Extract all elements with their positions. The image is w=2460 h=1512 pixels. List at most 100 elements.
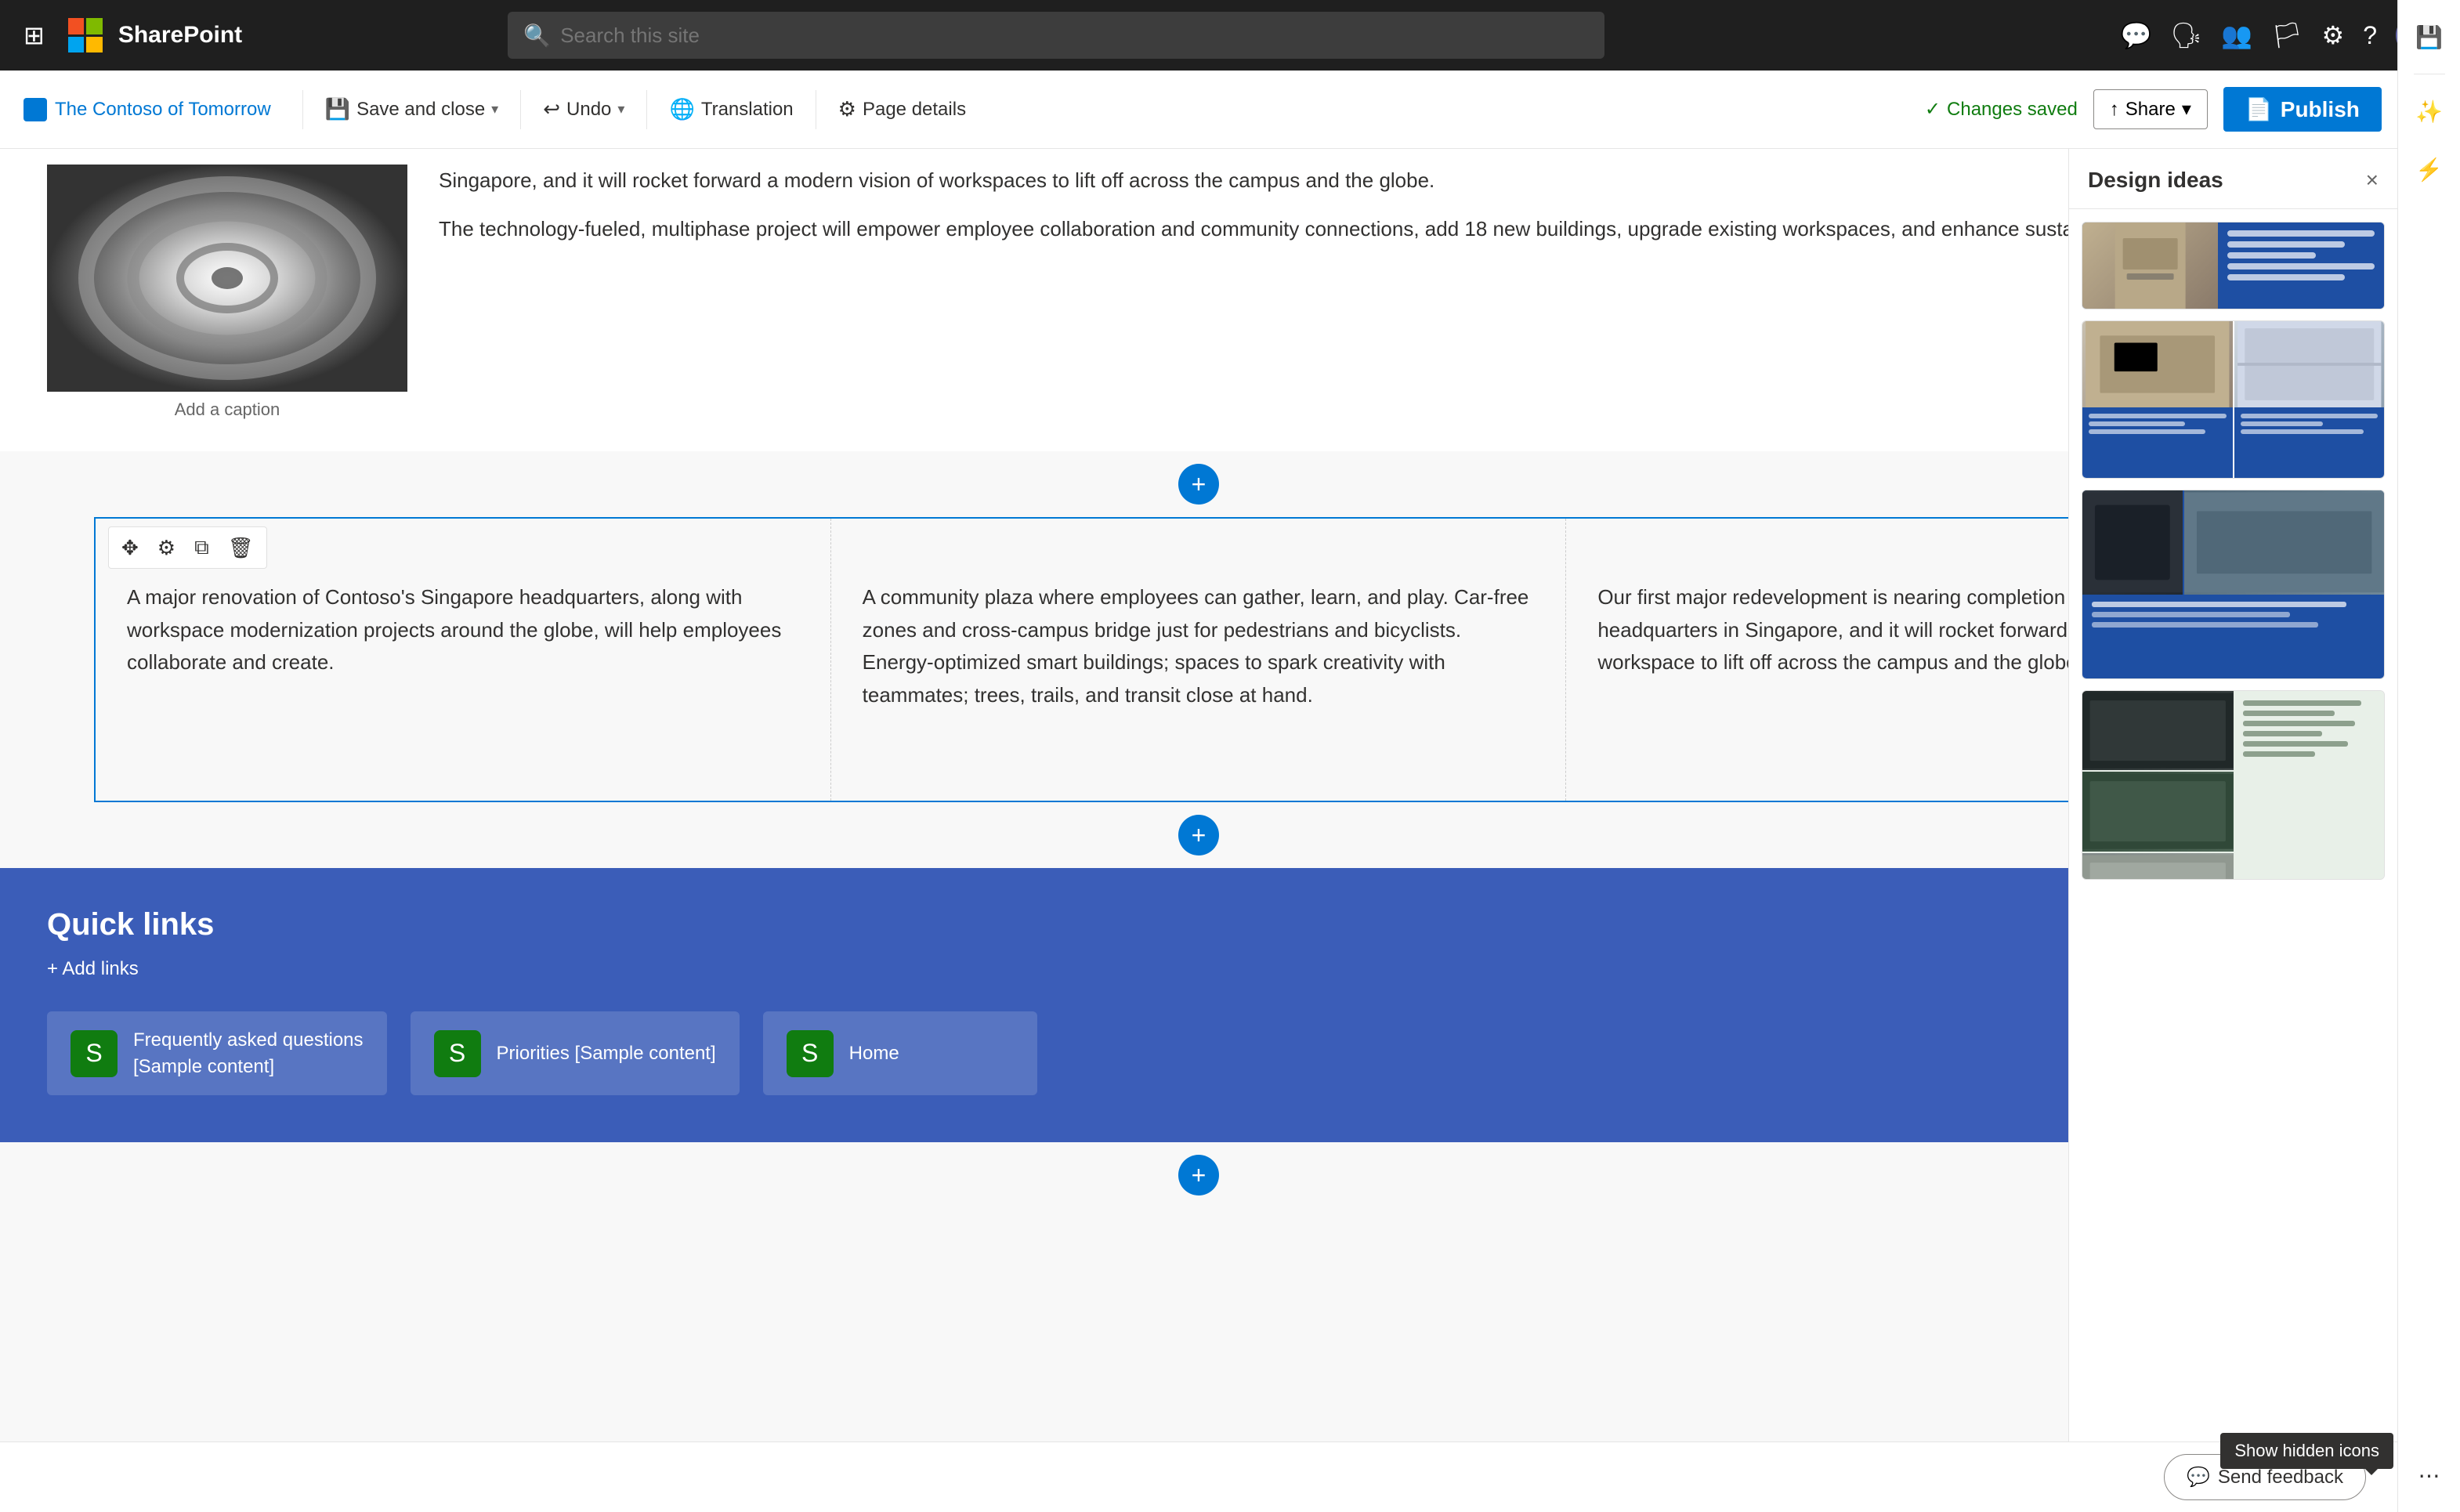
edge-filter-icon-button[interactable]: ⚡ xyxy=(2408,148,2451,190)
quick-link-icon-1: S xyxy=(71,1030,118,1077)
di4-line1 xyxy=(2243,700,2362,706)
quick-link-text-2: Priorities [Sample content] xyxy=(497,1040,716,1067)
add-section-above-button[interactable]: + xyxy=(1178,464,1219,505)
right-edge-panel: 💾 ✨ ⚡ ⋯ xyxy=(2397,0,2460,1512)
translation-label: Translation xyxy=(701,99,794,121)
di1-line5 xyxy=(2227,274,2345,280)
di3-line1 xyxy=(2092,602,2346,607)
di2-t1l3 xyxy=(2089,429,2205,434)
save-label: Save and close xyxy=(356,99,485,121)
undo-label: Undo xyxy=(566,99,611,121)
people-icon-button[interactable]: 👥 xyxy=(2221,20,2252,50)
image-caption[interactable]: Add a caption xyxy=(47,400,407,420)
design-idea-1-text xyxy=(2218,222,2384,309)
logo-blue xyxy=(68,37,85,53)
spiral-image xyxy=(47,165,407,392)
quick-links-title: Quick links xyxy=(47,907,2350,942)
page-content-scroll[interactable]: Add a caption Singapore, and it will roc… xyxy=(0,149,2397,1512)
image-text-section: Add a caption Singapore, and it will roc… xyxy=(0,149,2397,451)
flag-icon-button[interactable]: 🏳 xyxy=(2271,20,2303,50)
three-col-grid: A major renovation of Contoso's Singapor… xyxy=(96,519,2302,801)
di2-t2l1 xyxy=(2241,414,2379,418)
intro-paragraph-1: Singapore, and it will rocket forward a … xyxy=(439,165,2350,197)
search-bar[interactable]: 🔍 xyxy=(508,12,1604,59)
design-ideas-close-button[interactable]: × xyxy=(2366,168,2379,193)
search-icon: 🔍 xyxy=(523,23,551,49)
translation-icon: 🌐 xyxy=(669,97,694,121)
save-and-close-button[interactable]: 💾 Save and close ▾ xyxy=(311,89,513,129)
spiral-svg xyxy=(47,165,407,392)
di2-t1l2 xyxy=(2089,421,2185,426)
settings-icon-button[interactable]: ⚙ xyxy=(2322,20,2345,50)
sharepoint-brand-name: SharePoint xyxy=(118,22,242,49)
add-section-bottom-button[interactable]: + xyxy=(1178,1155,1219,1195)
share-label: Share xyxy=(2125,99,2176,121)
quick-link-text-3: Home xyxy=(849,1040,899,1067)
design-idea-1[interactable] xyxy=(2082,222,2385,309)
undo-icon: ↩ xyxy=(543,97,560,121)
di4-line6 xyxy=(2243,751,2316,757)
changes-saved-label: Changes saved xyxy=(1947,99,2078,121)
quick-link-icon-2: S xyxy=(434,1030,481,1077)
publish-button[interactable]: 📄 Publish xyxy=(2223,87,2382,132)
questionmark-icon-button[interactable]: ? xyxy=(2363,21,2377,50)
show-hidden-icons-tooltip: Show hidden icons xyxy=(2220,1433,2393,1469)
intro-paragraph-2: The technology-fueled, multiphase projec… xyxy=(439,213,2350,246)
quick-link-item-3[interactable]: S Home xyxy=(763,1011,1037,1095)
section-settings-button[interactable]: ⚙ xyxy=(151,532,182,563)
quick-link-text-1: Frequently asked questions [Sample conte… xyxy=(133,1027,364,1080)
share-chevron-icon[interactable]: ▾ xyxy=(2182,98,2191,121)
share-button[interactable]: ↑ Share ▾ xyxy=(2093,89,2208,129)
di1-line4 xyxy=(2227,263,2375,269)
site-name-label: The Contoso of Tomorrow xyxy=(55,99,271,121)
intro-text-content: Singapore, and it will rocket forward a … xyxy=(439,165,2350,420)
edge-hidden-icons-button[interactable]: ⋯ xyxy=(2408,1454,2451,1496)
add-links-button[interactable]: + Add links xyxy=(47,958,139,980)
di2-img2 xyxy=(2234,321,2385,407)
add-section-below-button[interactable]: + xyxy=(1178,815,1219,855)
edge-save-icon-button[interactable]: 💾 xyxy=(2408,16,2451,58)
quick-link-item-1[interactable]: S Frequently asked questions [Sample con… xyxy=(47,1011,387,1095)
di4-line4 xyxy=(2243,731,2322,736)
undo-button[interactable]: ↩ Undo ▾ xyxy=(529,89,639,129)
translation-button[interactable]: 🌐 Translation xyxy=(655,89,807,129)
site-name-breadcrumb: The Contoso of Tomorrow xyxy=(24,98,271,121)
di2-t1l1 xyxy=(2089,414,2227,418)
delete-section-button[interactable]: 🗑 xyxy=(222,532,260,563)
page-details-label: Page details xyxy=(863,99,966,121)
share-icon: ↑ xyxy=(2110,99,2119,121)
save-dropdown-chevron[interactable]: ▾ xyxy=(491,101,498,118)
quick-links-section: Quick links + Add links S Frequently ask… xyxy=(0,868,2397,1142)
design-idea-3-preview xyxy=(2082,490,2384,678)
nav-icon-group: 💬 🗣 👥 🏳 ⚙ ? U xyxy=(2121,15,2436,56)
top-nav-bar: ⊞ SharePoint 🔍 💬 🗣 👥 🏳 ⚙ ? U xyxy=(0,0,2460,71)
page-details-icon: ⚙ xyxy=(838,97,856,121)
toolbar-right-group: ✓ Changes saved ↑ Share ▾ 📄 Publish ⇥ xyxy=(1925,87,2436,132)
toolbar-separator-2 xyxy=(520,90,521,129)
add-section-above-3col: + xyxy=(0,451,2397,517)
di2-t2l2 xyxy=(2241,421,2323,426)
di3-line3 xyxy=(2092,622,2318,628)
di1-line2 xyxy=(2227,241,2345,248)
undo-dropdown-chevron[interactable]: ▾ xyxy=(617,101,624,118)
move-section-button[interactable]: ✥ xyxy=(115,532,145,563)
quick-link-item-2[interactable]: S Priorities [Sample content] xyxy=(411,1011,740,1095)
feedback-icon-button[interactable]: 🗣 xyxy=(2170,20,2202,50)
changes-saved-indicator: ✓ Changes saved xyxy=(1925,98,2078,121)
logo-red xyxy=(68,18,85,34)
search-input[interactable] xyxy=(560,24,1589,48)
di4-line5 xyxy=(2243,741,2349,747)
toolbar-separator-3 xyxy=(646,90,647,129)
page-details-button[interactable]: ⚙ Page details xyxy=(824,89,980,129)
design-idea-3[interactable] xyxy=(2082,490,2385,679)
publish-label: Publish xyxy=(2281,97,2360,122)
feedback-icon: 💬 xyxy=(2187,1466,2210,1488)
di3-text xyxy=(2082,595,2384,678)
edge-design-ideas-icon-button[interactable]: ✨ xyxy=(2408,90,2451,132)
design-idea-1-image xyxy=(2082,222,2218,309)
help-icon-button[interactable]: 💬 xyxy=(2121,20,2152,50)
duplicate-section-button[interactable]: ⧉ xyxy=(188,532,215,563)
design-ideas-header: Design ideas × xyxy=(2069,149,2397,209)
waffle-menu-button[interactable]: ⊞ xyxy=(24,20,45,50)
di4-line3 xyxy=(2243,721,2355,726)
